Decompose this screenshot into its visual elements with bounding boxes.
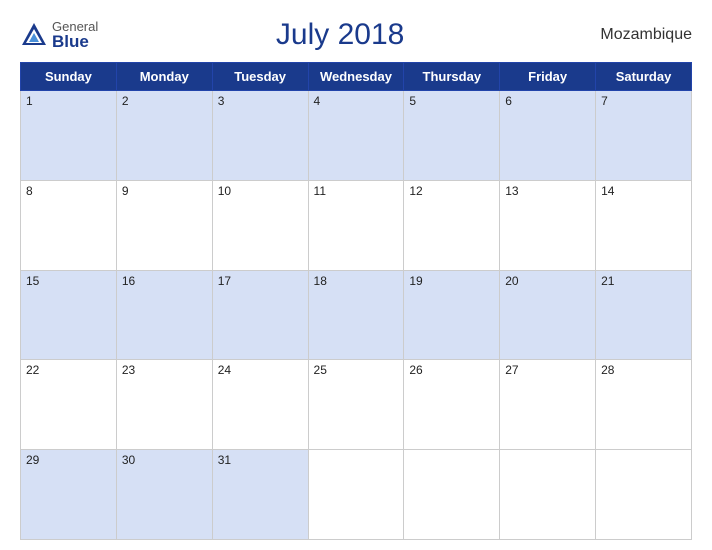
calendar-cell: 19	[404, 270, 500, 360]
day-number: 4	[314, 94, 321, 108]
calendar-cell: 3	[212, 91, 308, 181]
day-header-monday: Monday	[116, 63, 212, 91]
calendar-cell	[308, 450, 404, 540]
calendar-cell: 2	[116, 91, 212, 181]
calendar-cell: 17	[212, 270, 308, 360]
calendar-cell: 26	[404, 360, 500, 450]
calendar-week-3: 15 16 17 18 19 20 21	[21, 270, 692, 360]
calendar-cell: 13	[500, 180, 596, 270]
calendar-cell: 16	[116, 270, 212, 360]
calendar-week-2: 8 9 10 11 12 13 14	[21, 180, 692, 270]
calendar-cell: 1	[21, 91, 117, 181]
day-number: 29	[26, 453, 39, 467]
day-number: 7	[601, 94, 608, 108]
calendar-cell: 29	[21, 450, 117, 540]
logo: General Blue	[20, 20, 98, 50]
calendar-cell: 15	[21, 270, 117, 360]
day-number: 15	[26, 274, 39, 288]
day-number: 20	[505, 274, 518, 288]
calendar-title: July 2018	[98, 18, 582, 52]
day-number: 19	[409, 274, 422, 288]
calendar-week-4: 22 23 24 25 26 27 28	[21, 360, 692, 450]
day-number: 3	[218, 94, 225, 108]
day-number: 5	[409, 94, 416, 108]
calendar-header-row: SundayMondayTuesdayWednesdayThursdayFrid…	[21, 63, 692, 91]
calendar-cell: 21	[596, 270, 692, 360]
calendar-body: 1234567891011121314151617181920212223242…	[21, 91, 692, 540]
day-header-saturday: Saturday	[596, 63, 692, 91]
calendar-cell: 28	[596, 360, 692, 450]
day-number: 1	[26, 94, 33, 108]
calendar-cell	[500, 450, 596, 540]
day-number: 23	[122, 363, 135, 377]
day-number: 27	[505, 363, 518, 377]
calendar-cell: 6	[500, 91, 596, 181]
day-number: 22	[26, 363, 39, 377]
day-header-thursday: Thursday	[404, 63, 500, 91]
day-number: 12	[409, 184, 422, 198]
calendar-cell: 23	[116, 360, 212, 450]
day-number: 8	[26, 184, 33, 198]
calendar-cell: 20	[500, 270, 596, 360]
day-number: 2	[122, 94, 129, 108]
day-header-tuesday: Tuesday	[212, 63, 308, 91]
calendar-cell	[596, 450, 692, 540]
calendar-cell: 9	[116, 180, 212, 270]
logo-icon	[20, 21, 48, 49]
day-number: 18	[314, 274, 327, 288]
day-number: 14	[601, 184, 614, 198]
day-header-sunday: Sunday	[21, 63, 117, 91]
day-number: 21	[601, 274, 614, 288]
calendar-cell: 7	[596, 91, 692, 181]
day-number: 11	[314, 184, 326, 198]
day-number: 28	[601, 363, 614, 377]
calendar-cell: 18	[308, 270, 404, 360]
day-number: 13	[505, 184, 518, 198]
calendar-cell: 5	[404, 91, 500, 181]
calendar-cell: 12	[404, 180, 500, 270]
logo-blue-text: Blue	[52, 33, 98, 50]
country-label: Mozambique	[582, 26, 692, 44]
day-number: 17	[218, 274, 231, 288]
day-number: 10	[218, 184, 231, 198]
calendar-cell: 27	[500, 360, 596, 450]
calendar-cell: 4	[308, 91, 404, 181]
calendar-cell: 25	[308, 360, 404, 450]
day-number: 26	[409, 363, 422, 377]
day-number: 24	[218, 363, 231, 377]
calendar-cell: 22	[21, 360, 117, 450]
day-number: 6	[505, 94, 512, 108]
calendar-week-5: 29 30 31	[21, 450, 692, 540]
calendar-cell: 24	[212, 360, 308, 450]
day-number: 30	[122, 453, 135, 467]
calendar-cell: 11	[308, 180, 404, 270]
calendar-week-1: 1 2 3 4 5 6 7	[21, 91, 692, 181]
calendar-table: SundayMondayTuesdayWednesdayThursdayFrid…	[20, 62, 692, 540]
day-number: 31	[218, 453, 231, 467]
day-number: 16	[122, 274, 135, 288]
day-number: 9	[122, 184, 129, 198]
calendar-cell: 30	[116, 450, 212, 540]
day-number: 25	[314, 363, 327, 377]
calendar-cell: 10	[212, 180, 308, 270]
calendar-cell: 14	[596, 180, 692, 270]
calendar-cell	[404, 450, 500, 540]
calendar-cell: 8	[21, 180, 117, 270]
day-header-friday: Friday	[500, 63, 596, 91]
day-header-wednesday: Wednesday	[308, 63, 404, 91]
calendar-cell: 31	[212, 450, 308, 540]
calendar-header: General Blue July 2018 Mozambique	[20, 10, 692, 56]
